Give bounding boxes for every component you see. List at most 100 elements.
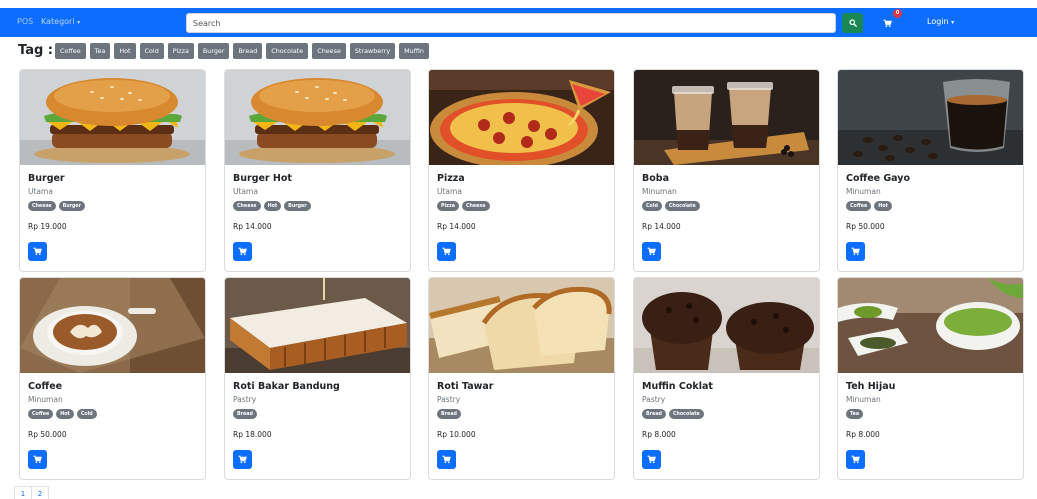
product-category: Minuman xyxy=(846,395,881,404)
product-image-coffee-gayo xyxy=(838,70,1023,165)
product-card: Roti Bakar Bandung Pastry Bread Rp 18.00… xyxy=(224,277,411,480)
product-price: Rp 8.000 xyxy=(846,430,880,439)
tag-pill: Tea xyxy=(846,409,864,419)
tag-button-hot[interactable]: Hot xyxy=(114,42,136,59)
roti-bakar-image xyxy=(225,278,410,373)
product-card: Boba Minuman Cold Chocolate Rp 14.000 xyxy=(633,69,820,272)
product-category: Utama xyxy=(437,187,462,196)
cart-icon xyxy=(851,247,860,256)
product-card: Coffee Gayo Minuman Coffee Hot Rp 50.000 xyxy=(837,69,1024,272)
pizza-image xyxy=(429,70,614,165)
tag-button-strawberry[interactable]: Strawberry xyxy=(349,42,396,59)
kategori-label: Kategori xyxy=(41,17,75,26)
product-name: Coffee Gayo xyxy=(846,173,911,184)
product-price: Rp 18.000 xyxy=(233,430,272,439)
tag-pill: Pizza xyxy=(437,201,459,211)
product-name: Roti Bakar Bandung xyxy=(233,381,340,392)
tag-pill: Hot xyxy=(263,201,282,211)
burger-image xyxy=(20,70,205,165)
caret-down-icon: ▾ xyxy=(77,19,81,26)
add-to-cart-button[interactable] xyxy=(233,242,252,261)
tag-pill: Coffee xyxy=(28,409,54,419)
tag-button-chocolate[interactable]: Chocolate xyxy=(266,42,309,59)
product-price: Rp 8.000 xyxy=(642,430,676,439)
cart-button[interactable] xyxy=(879,15,895,31)
cart-icon xyxy=(851,455,860,464)
tag-button-bread[interactable]: Bread xyxy=(233,42,263,59)
login-dropdown[interactable]: Login ▾ xyxy=(927,17,954,26)
top-strip xyxy=(0,0,1037,8)
tag-button-burger[interactable]: Burger xyxy=(197,42,230,59)
tag-pill: Cold xyxy=(76,409,97,419)
brand-link[interactable]: POS xyxy=(17,17,33,26)
tag-button-muffin[interactable]: Muffin xyxy=(399,42,429,59)
tag-pill: Hot xyxy=(874,201,892,211)
search-icon xyxy=(848,19,857,27)
product-price: Rp 14.000 xyxy=(233,222,272,231)
search-input[interactable] xyxy=(186,13,836,33)
tag-button-cheese[interactable]: Cheese xyxy=(312,42,346,59)
tag-button-coffee[interactable]: Coffee xyxy=(55,42,86,59)
product-category: Pastry xyxy=(437,395,461,404)
coffee-glass-image xyxy=(838,70,1023,165)
tag-pill: Cold xyxy=(642,201,662,211)
add-to-cart-button[interactable] xyxy=(28,450,47,469)
product-name: Muffin Coklat xyxy=(642,381,713,392)
tag-pill: Hot xyxy=(56,409,74,419)
product-tags: Coffee Hot Cold xyxy=(28,409,100,419)
tag-pill: Burger xyxy=(284,201,311,211)
tag-pill: Bread xyxy=(642,409,666,419)
product-tags: Cheese Hot Burger xyxy=(233,201,314,211)
add-to-cart-button[interactable] xyxy=(642,450,661,469)
tag-button-pizza[interactable]: Pizza xyxy=(167,42,194,59)
product-image-pizza xyxy=(429,70,614,165)
add-to-cart-button[interactable] xyxy=(437,242,456,261)
add-to-cart-button[interactable] xyxy=(846,242,865,261)
product-image-muffin-coklat xyxy=(634,278,819,373)
cart-icon xyxy=(238,455,247,464)
product-tags: Cold Chocolate xyxy=(642,201,703,211)
add-to-cart-button[interactable] xyxy=(642,242,661,261)
search-button[interactable] xyxy=(842,13,863,33)
page-link-1[interactable]: 1 xyxy=(14,486,32,499)
tag-button-tea[interactable]: Tea xyxy=(89,42,111,59)
product-image-burger xyxy=(20,70,205,165)
product-name: Roti Tawar xyxy=(437,381,494,392)
product-category: Minuman xyxy=(28,395,63,404)
add-to-cart-button[interactable] xyxy=(28,242,47,261)
add-to-cart-button[interactable] xyxy=(846,450,865,469)
tag-pill: Chocolate xyxy=(668,409,704,419)
add-to-cart-button[interactable] xyxy=(233,450,252,469)
pagination: 1 2 xyxy=(14,486,49,499)
product-card: Teh Hijau Minuman Tea Rp 8.000 xyxy=(837,277,1024,480)
add-to-cart-button[interactable] xyxy=(437,450,456,469)
product-category: Utama xyxy=(233,187,258,196)
product-category: Pastry xyxy=(642,395,666,404)
product-image-burger-hot xyxy=(225,70,410,165)
tag-pill: Cheese xyxy=(461,201,490,211)
product-image-roti-tawar xyxy=(429,278,614,373)
cart-icon xyxy=(442,247,451,256)
tag-pill: Chocolate xyxy=(664,201,700,211)
tag-button-cold[interactable]: Cold xyxy=(139,42,164,59)
product-tags: Bread xyxy=(233,409,260,419)
tag-label: Tag : xyxy=(18,43,53,58)
product-image-roti-bakar-bandung xyxy=(225,278,410,373)
cart-count-badge: 0 xyxy=(893,9,902,18)
kategori-dropdown[interactable]: Kategori ▾ xyxy=(41,17,80,26)
product-name: Coffee xyxy=(28,381,63,392)
page-link-2[interactable]: 2 xyxy=(31,486,49,499)
product-card: Burger Utama Cheese Burger Rp 19.000 xyxy=(19,69,206,272)
product-name: Boba xyxy=(642,173,669,184)
muffin-image xyxy=(634,278,819,373)
latte-image xyxy=(20,278,205,373)
product-category: Minuman xyxy=(642,187,677,196)
product-price: Rp 19.000 xyxy=(28,222,67,231)
product-tags: Coffee Hot xyxy=(846,201,895,211)
cart-icon xyxy=(238,247,247,256)
cart-icon xyxy=(33,247,42,256)
product-category: Pastry xyxy=(233,395,257,404)
tag-pill: Bread xyxy=(233,409,257,419)
caret-down-icon: ▾ xyxy=(951,19,955,26)
product-card: Burger Hot Utama Cheese Hot Burger Rp 14… xyxy=(224,69,411,272)
